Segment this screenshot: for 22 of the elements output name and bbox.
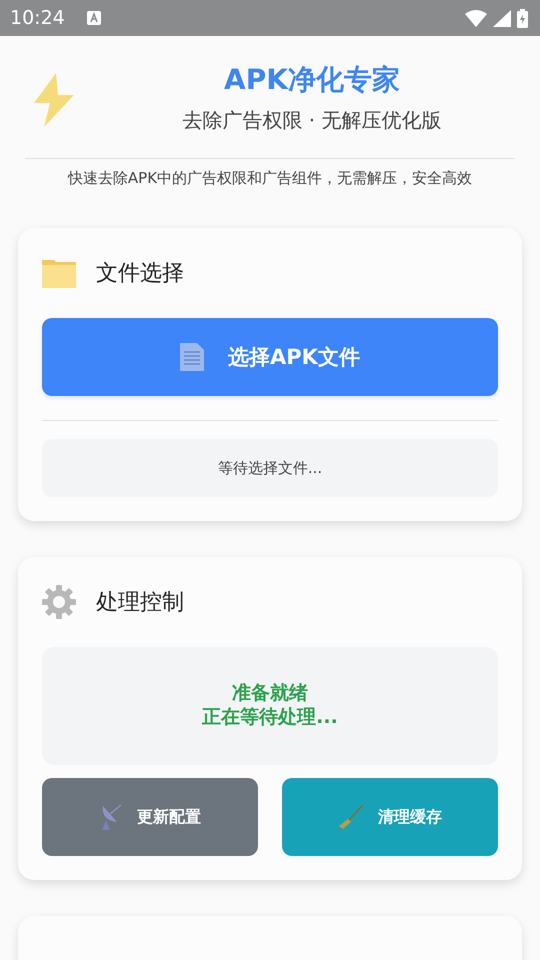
document-icon: [180, 343, 204, 371]
app-subtitle: 去除广告权限 · 无解压优化版: [182, 106, 442, 134]
clear-cache-button[interactable]: 清理缓存: [282, 778, 498, 856]
app-title: APK净化专家: [224, 62, 400, 98]
select-file-button[interactable]: 选择APK文件: [42, 318, 498, 396]
satellite-dish-icon: [99, 804, 123, 830]
status-text: 准备就绪: [232, 682, 308, 706]
card-title: 处理控制: [96, 589, 184, 617]
gear-icon: [42, 585, 76, 619]
battery-icon: [517, 8, 528, 28]
file-status-text: 等待选择文件...: [218, 458, 322, 478]
update-config-button[interactable]: 更新配置: [42, 778, 258, 856]
wifi-icon: [465, 10, 487, 26]
signal-icon: [493, 10, 511, 26]
app-description: 快速去除APK中的广告权限和广告组件，无需解压，安全高效: [66, 169, 474, 188]
lightning-icon: [34, 73, 74, 127]
clock-time: 10:24: [10, 7, 65, 29]
status-text: 正在等待处理...: [202, 706, 338, 730]
folder-icon: [42, 258, 76, 288]
keyboard-notification-icon: [86, 11, 101, 25]
broom-icon: [338, 804, 364, 830]
card-title: 文件选择: [96, 260, 184, 288]
